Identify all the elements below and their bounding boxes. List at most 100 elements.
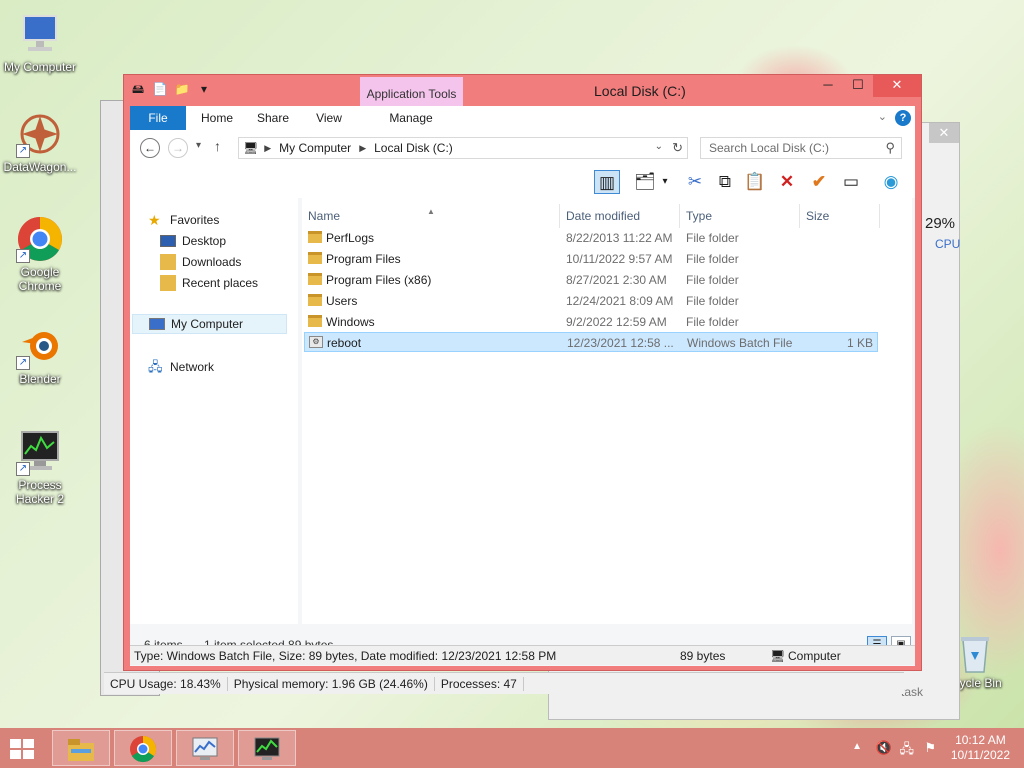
file-list: Name ▲ Date modified Type Size PerfLogs … xyxy=(302,198,912,624)
start-button[interactable] xyxy=(8,737,38,761)
computer-icon: 🖥 xyxy=(770,649,786,663)
column-header-name[interactable]: Name ▲ xyxy=(302,204,560,228)
rename-check-icon[interactable]: ✔ xyxy=(806,170,832,194)
taskbar-file-explorer[interactable] xyxy=(52,730,110,766)
computer-icon xyxy=(16,10,64,58)
close-button[interactable]: ✕ xyxy=(873,75,921,97)
recent-places-icon xyxy=(160,275,176,291)
tab-file[interactable]: File xyxy=(130,106,186,130)
title-bar[interactable]: 🖴 📄 📁 ▾ Application Tools Local Disk (C:… xyxy=(124,75,921,129)
nav-recent-places[interactable]: Recent places xyxy=(160,273,258,293)
datawagon-icon: ↗ xyxy=(16,110,64,158)
nav-my-computer[interactable]: My Computer xyxy=(132,314,287,334)
chrome-icon: ↗ xyxy=(16,215,64,263)
resource-monitor-icon xyxy=(192,737,218,760)
window-controls: ─ ☐ ✕ xyxy=(813,75,921,97)
maximize-button[interactable]: ☐ xyxy=(843,75,873,97)
task-label: task xyxy=(901,685,924,699)
network-icon: 🖧 xyxy=(148,359,163,374)
taskbar-google-chrome[interactable] xyxy=(114,730,172,766)
refresh-icon[interactable]: ↻ xyxy=(672,140,683,156)
nav-network[interactable]: 🖧 Network xyxy=(148,357,214,377)
navigation-bar: ← → ▾ ↑ 🖥 ▶ My Computer ▶ Local Disk (C:… xyxy=(130,130,915,166)
status-bar: Type: Windows Batch File, Size: 89 bytes… xyxy=(130,645,915,665)
minimize-button[interactable]: ─ xyxy=(813,75,843,97)
tab-manage[interactable]: Manage xyxy=(382,106,440,130)
address-bar[interactable]: 🖥 ▶ My Computer ▶ Local Disk (C:) ⌄ ↻ xyxy=(238,137,688,159)
desktop-icon-label: Process Hacker 2 xyxy=(15,478,65,506)
cut-icon[interactable]: ✂ xyxy=(682,170,708,194)
quick-access-toolbar: 🖴 📄 📁 ▾ xyxy=(130,81,212,97)
file-row[interactable]: Program Files 10/11/2022 9:57 AM File fo… xyxy=(304,249,878,269)
desktop-icon-label: Blender xyxy=(19,372,61,386)
volume-muted-icon[interactable]: 🔇 xyxy=(876,740,892,756)
help-icon[interactable]: ? xyxy=(895,110,911,126)
clock-time: 10:12 AM xyxy=(955,733,1006,747)
recent-locations-icon[interactable]: ▾ xyxy=(196,140,201,151)
explorer-window[interactable]: 🖴 📄 📁 ▾ Application Tools Local Disk (C:… xyxy=(123,74,922,671)
nav-favorites[interactable]: ★ Favorites xyxy=(148,210,219,230)
network-globe-icon[interactable]: ◉ xyxy=(878,170,904,194)
desktop-icon-datawagon[interactable]: ↗ DataWagon... xyxy=(0,110,80,174)
forward-button[interactable]: → xyxy=(168,138,188,158)
show-hidden-icons-icon[interactable]: ▲ xyxy=(852,741,862,752)
file-row[interactable]: Program Files (x86) 8/27/2021 2:30 AM Fi… xyxy=(304,270,878,290)
network-status-icon[interactable]: 🖧 xyxy=(900,740,915,762)
nav-desktop[interactable]: Desktop xyxy=(160,231,226,251)
paste-icon[interactable]: 📋 xyxy=(742,170,768,194)
desktop-icon-label: My Computer xyxy=(3,60,77,74)
explorer-body: ← → ▾ ↑ 🖥 ▶ My Computer ▶ Local Disk (C:… xyxy=(130,130,915,666)
file-row[interactable]: PerfLogs 8/22/2013 11:22 AM File folder xyxy=(304,228,878,248)
folder-icon xyxy=(308,231,322,243)
close-icon[interactable]: ✕ xyxy=(929,123,959,143)
file-row[interactable]: Windows 9/2/2022 12:59 AM File folder xyxy=(304,312,878,332)
shortcut-arrow-icon: ↗ xyxy=(16,356,30,370)
shortcut-arrow-icon: ↗ xyxy=(16,249,30,263)
up-arrow-icon[interactable]: ↑ xyxy=(214,138,221,154)
breadcrumb-my-computer[interactable]: My Computer xyxy=(273,141,357,155)
tab-view[interactable]: View xyxy=(304,106,354,130)
nav-downloads[interactable]: Downloads xyxy=(160,252,241,272)
desktop-icon-google-chrome[interactable]: ↗ Google Chrome xyxy=(0,215,80,293)
chevron-down-icon[interactable]: ⌄ xyxy=(655,141,663,152)
column-header-date[interactable]: Date modified xyxy=(560,204,680,228)
breadcrumb-local-disk[interactable]: Local Disk (C:) xyxy=(368,141,459,155)
downloads-folder-icon xyxy=(160,254,176,270)
search-input[interactable]: Search Local Disk (C:) ⚲ xyxy=(700,137,902,159)
sort-ascending-icon: ▲ xyxy=(427,207,435,216)
status-size: 89 bytes xyxy=(680,649,726,663)
delete-icon[interactable]: ✕ xyxy=(774,170,800,194)
action-center-icon[interactable]: ⚑ xyxy=(924,740,936,756)
chevron-right-icon[interactable]: ▶ xyxy=(357,143,368,154)
search-icon[interactable]: ⚲ xyxy=(885,140,895,156)
process-hacker-icon xyxy=(254,737,280,760)
taskbar-resource-monitor[interactable] xyxy=(176,730,234,766)
column-header-size[interactable]: Size xyxy=(800,204,880,228)
tab-share[interactable]: Share xyxy=(248,106,298,130)
new-folder-icon[interactable]: 📁 xyxy=(174,81,190,97)
chevron-down-icon[interactable]: ▾ xyxy=(196,81,212,97)
copy-icon[interactable]: ⧉ xyxy=(712,170,738,194)
properties-check-icon[interactable]: 🗂 xyxy=(632,170,658,194)
tab-home[interactable]: Home xyxy=(192,106,242,130)
clock[interactable]: 10:12 AM 10/11/2022 xyxy=(951,733,1010,763)
computer-icon: 🖥 xyxy=(243,141,259,155)
preview-pane-icon[interactable]: ▥ xyxy=(594,170,620,194)
chevron-right-icon[interactable]: ▶ xyxy=(262,143,273,154)
file-row-selected[interactable]: ⚙ reboot 12/23/2021 12:58 ... Windows Ba… xyxy=(304,332,878,352)
expand-ribbon-icon[interactable]: ⌄ xyxy=(878,110,887,123)
folder-icon xyxy=(308,273,322,285)
desktop-icon-blender[interactable]: ↗ Blender xyxy=(0,322,80,386)
cpu-label: CPU xyxy=(935,237,961,251)
desktop-icon-my-computer[interactable]: My Computer xyxy=(0,10,80,74)
drive-icon[interactable]: 🖴 xyxy=(130,81,146,97)
taskbar-process-hacker[interactable] xyxy=(238,730,296,766)
chevron-down-icon[interactable]: ▾ xyxy=(658,170,672,194)
column-header-type[interactable]: Type xyxy=(680,204,800,228)
file-row[interactable]: Users 12/24/2021 8:09 AM File folder xyxy=(304,291,878,311)
properties-icon[interactable]: 📄 xyxy=(152,81,168,97)
back-button[interactable]: ← xyxy=(140,138,160,158)
physical-memory: Physical memory: 1.96 GB (24.46%) xyxy=(228,676,435,691)
desktop-icon-process-hacker[interactable]: ↗ Process Hacker 2 xyxy=(0,428,80,506)
rename-icon[interactable]: ▭ xyxy=(838,170,864,194)
